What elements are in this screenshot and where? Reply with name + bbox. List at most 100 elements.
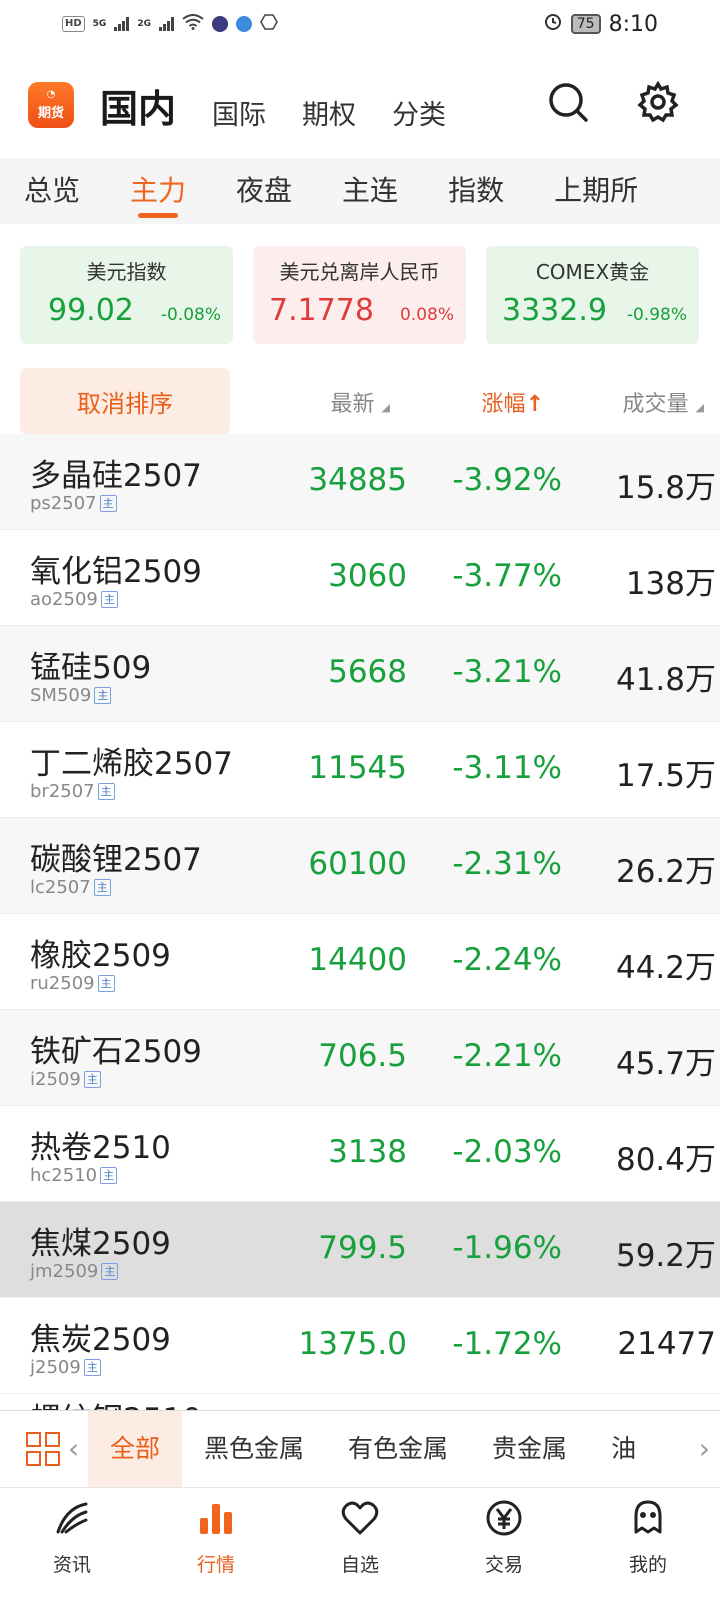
cancel-sort-button[interactable]: 取消排序 <box>20 368 230 434</box>
index-card-usd-index[interactable]: 美元指数 99.02 -0.08% <box>20 246 233 344</box>
index-card-usd-cnh[interactable]: 美元兑离岸人民币 7.1778 0.08% <box>253 246 466 344</box>
nav-market[interactable]: 行情 <box>144 1488 288 1600</box>
browser-notification-icon <box>235 16 252 32</box>
index-card-comex-gold[interactable]: COMEX黄金 3332.9 -0.98% <box>486 246 699 344</box>
change-percent: -3.77% <box>452 558 562 594</box>
contract-name: 锰硅509 <box>30 650 152 686</box>
tab-international[interactable]: 国际 <box>212 93 266 132</box>
table-row[interactable]: 碳酸锂2507 lc2507 主 60100 -2.31% 26.2万 <box>0 818 720 914</box>
table-row[interactable]: 铁矿石2509 i2509 主 706.5 -2.21% 45.7万 <box>0 1010 720 1106</box>
news-icon <box>56 1502 88 1534</box>
table-row[interactable]: 丁二烯胶2507 br2507 主 11545 -3.11% 17.5万 <box>0 722 720 818</box>
change-percent: -2.24% <box>452 942 562 978</box>
contract-name: 焦煤2509 <box>30 1226 171 1262</box>
volume: 138万 <box>625 566 716 602</box>
subtab-main-contract[interactable]: 主力 <box>130 158 186 224</box>
index-card-value: 99.02 <box>48 293 134 328</box>
latest-price: 1375.0 <box>298 1326 407 1362</box>
index-card-name: COMEX黄金 <box>535 260 650 284</box>
signal-5g-label: 5G <box>92 19 107 29</box>
grid-menu-icon[interactable] <box>26 1431 60 1466</box>
category-precious[interactable]: 贵金属 <box>470 1411 589 1487</box>
subtab-index[interactable]: 指数 <box>448 158 504 224</box>
category-ferrous[interactable]: 黑色金属 <box>182 1411 326 1487</box>
nav-label: 我的 <box>628 1554 667 1576</box>
volume: 41.8万 <box>615 662 716 698</box>
search-icon[interactable] <box>546 80 590 124</box>
hand-notification-icon <box>260 13 278 35</box>
chevron-left-icon[interactable]: ‹ <box>68 1432 88 1465</box>
main-contract-badge: 主 <box>97 783 115 800</box>
subtab-shfe[interactable]: 上期所 <box>554 158 638 224</box>
signal-2g-icon <box>158 17 174 31</box>
main-contract-badge: 主 <box>93 879 111 896</box>
app-logo[interactable]: ◔ 期货 <box>28 82 74 128</box>
volume: 80.4万 <box>615 1142 716 1178</box>
tab-domestic[interactable]: 国内 <box>100 78 176 133</box>
logo-swirl-icon: ◔ <box>46 88 56 100</box>
table-row[interactable]: 氧化铝2509 ao2509 主 3060 -3.77% 138万 <box>0 530 720 626</box>
table-row[interactable]: 多晶硅2507 ps2507 主 34885 -3.92% 15.8万 <box>0 434 720 530</box>
contract-name: 铁矿石2509 <box>30 1034 202 1070</box>
hd-indicator: HD <box>62 16 85 32</box>
latest-price: 60100 <box>308 846 407 882</box>
contract-name: 多晶硅2507 <box>30 458 202 494</box>
change-percent: -1.72% <box>452 1326 562 1362</box>
nav-news[interactable]: 资讯 <box>0 1488 144 1600</box>
latest-price: 14400 <box>308 942 407 978</box>
main-contract-badge: 主 <box>83 1071 101 1088</box>
contract-code: br2507 主 <box>30 781 115 802</box>
nav-label: 交易 <box>484 1554 523 1576</box>
index-card-change: 0.08% <box>399 305 454 325</box>
latest-price: 34885 <box>308 462 407 498</box>
nav-watchlist[interactable]: 自选 <box>288 1488 432 1600</box>
tab-category[interactable]: 分类 <box>392 93 446 132</box>
table-row[interactable]: 焦炭2509 j2509 主 1375.0 -1.72% 21477 <box>0 1298 720 1394</box>
subtab-night-session[interactable]: 夜盘 <box>236 158 292 224</box>
nav-trade[interactable]: 交易 <box>432 1488 576 1600</box>
main-contract-badge: 主 <box>101 1263 119 1280</box>
change-percent: -1.96% <box>452 1230 562 1266</box>
gear-icon[interactable] <box>636 80 680 124</box>
contract-name: 氧化铝2509 <box>30 554 202 590</box>
sort-triangle-icon: ◢ <box>695 401 704 414</box>
partial-row-name[interactable]: 螺纹钢2510 <box>30 1394 202 1410</box>
logo-text: 期货 <box>37 105 64 121</box>
column-latest-header[interactable]: 最新 ◢ <box>331 386 390 418</box>
table-row[interactable]: 橡胶2509 ru2509 主 14400 -2.24% 44.2万 <box>0 914 720 1010</box>
change-percent: -3.21% <box>452 654 562 690</box>
category-nonferrous[interactable]: 有色金属 <box>326 1411 470 1487</box>
contract-list: 多晶硅2507 ps2507 主 34885 -3.92% 15.8万 氧化铝25… <box>0 434 720 1394</box>
table-row[interactable]: 热卷2510 hc2510 主 3138 -2.03% 80.4万 <box>0 1106 720 1202</box>
contract-name: 热卷2510 <box>30 1130 171 1166</box>
category-oil[interactable]: 油 <box>589 1411 636 1487</box>
table-row-selected[interactable]: 焦煤2509 jm2509 主 799.5 -1.96% 59.2万 <box>0 1202 720 1298</box>
column-volume-header[interactable]: 成交量 ◢ <box>623 386 704 418</box>
latest-price: 3060 <box>328 558 407 594</box>
tab-options[interactable]: 期权 <box>302 93 356 132</box>
bottom-nav: 资讯 行情 自选 交易 我的 <box>0 1487 720 1600</box>
main-contract-badge: 主 <box>97 975 115 992</box>
nav-profile[interactable]: 我的 <box>576 1488 720 1600</box>
column-change-header[interactable]: 涨幅↑ <box>482 386 544 418</box>
contract-code: ps2507 主 <box>30 493 117 514</box>
volume: 59.2万 <box>615 1238 716 1274</box>
category-all[interactable]: 全部 <box>88 1410 183 1487</box>
wifi-icon <box>182 14 204 34</box>
status-left: HD 5G 2G <box>62 13 278 35</box>
latest-price: 799.5 <box>318 1230 407 1266</box>
contract-code: ao2509 主 <box>30 589 118 610</box>
status-bar: HD 5G 2G 75 8:10 <box>0 0 720 48</box>
subtab-main-continuous[interactable]: 主连 <box>342 158 398 224</box>
main-contract-badge: 主 <box>99 495 117 512</box>
latest-price: 3138 <box>328 1134 407 1170</box>
contract-code: lc2507 主 <box>30 877 111 898</box>
table-row[interactable]: 锰硅509 SM509 主 5668 -3.21% 41.8万 <box>0 626 720 722</box>
status-right: 75 8:10 <box>543 11 658 37</box>
main-contract-badge: 主 <box>83 1359 101 1376</box>
subtab-overview[interactable]: 总览 <box>24 158 80 224</box>
change-percent: -2.31% <box>452 846 562 882</box>
contract-name: 丁二烯胶2507 <box>30 746 233 782</box>
chevron-right-icon[interactable]: › <box>692 1432 710 1465</box>
sort-arrow-up-icon: ↑ <box>525 392 544 417</box>
